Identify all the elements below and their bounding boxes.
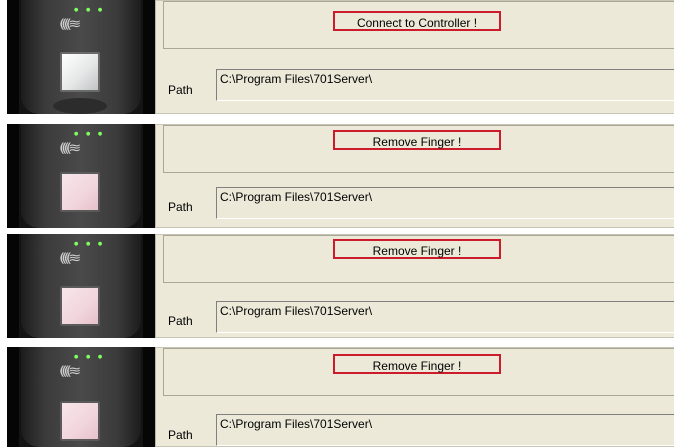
status-led-icon: ● ● ● [74, 131, 106, 137]
reader-info-box: Remove Finger ! Path C:\Program Files\70… [155, 124, 674, 228]
reader-panel-1: ● ● ● ((((≋ Connect to Controller ! Path… [7, 0, 674, 114]
fingerprint-sensor [60, 52, 100, 92]
reader-panel-4: ● ● ● ((((≋ Remove Finger ! Path C:\Prog… [7, 347, 674, 447]
fingerprint-sensor [60, 286, 100, 326]
status-led-icon: ● ● ● [74, 241, 106, 247]
fingerprint-reader-image: ● ● ● ((((≋ [7, 347, 155, 447]
reader-panel-3: ● ● ● ((((≋ Remove Finger ! Path C:\Prog… [7, 234, 674, 338]
path-label: Path [168, 83, 193, 97]
wireless-signal-icon: ((((≋ [59, 249, 81, 266]
wireless-signal-icon: ((((≋ [59, 15, 81, 32]
status-message: Remove Finger ! [333, 354, 501, 374]
wireless-signal-icon: ((((≋ [59, 139, 81, 156]
path-field[interactable]: C:\Program Files\701Server\ [216, 414, 674, 446]
reader-panel-2: ● ● ● ((((≋ Remove Finger ! Path C:\Prog… [7, 124, 674, 228]
status-message: Connect to Controller ! [333, 11, 501, 31]
fingerprint-reader-image: ● ● ● ((((≋ [7, 124, 155, 228]
fingerprint-sensor [60, 401, 100, 441]
reader-info-box: Connect to Controller ! Path C:\Program … [155, 0, 674, 114]
path-label: Path [168, 314, 193, 328]
wireless-signal-icon: ((((≋ [59, 362, 81, 379]
status-message: Remove Finger ! [333, 130, 501, 150]
reader-info-box: Remove Finger ! Path C:\Program Files\70… [155, 234, 674, 338]
fingerprint-reader-image: ● ● ● ((((≋ [7, 0, 155, 114]
reader-info-box: Remove Finger ! Path C:\Program Files\70… [155, 347, 674, 447]
path-field[interactable]: C:\Program Files\701Server\ [216, 69, 674, 101]
fingerprint-reader-image: ● ● ● ((((≋ [7, 234, 155, 338]
path-field[interactable]: C:\Program Files\701Server\ [216, 187, 674, 219]
status-led-icon: ● ● ● [74, 354, 106, 360]
status-led-icon: ● ● ● [74, 7, 106, 13]
path-field[interactable]: C:\Program Files\701Server\ [216, 301, 674, 333]
path-label: Path [168, 428, 193, 442]
path-label: Path [168, 200, 193, 214]
status-message: Remove Finger ! [333, 239, 501, 259]
fingerprint-sensor [60, 172, 100, 212]
